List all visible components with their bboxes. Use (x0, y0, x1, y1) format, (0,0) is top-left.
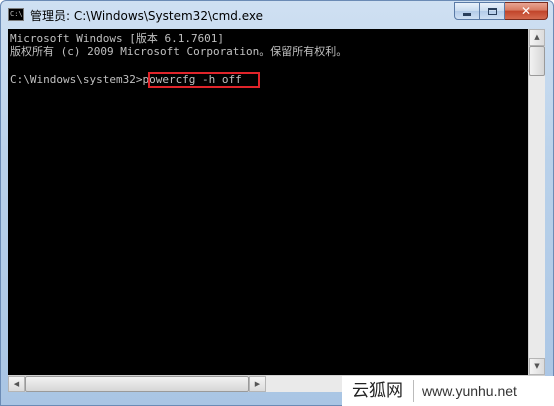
maximize-button[interactable] (480, 2, 505, 20)
vertical-scrollbar[interactable]: ▲ ▼ (528, 29, 545, 375)
close-icon: ✕ (520, 4, 532, 18)
vertical-scroll-thumb[interactable] (529, 46, 545, 76)
console-line-version: Microsoft Windows [版本 6.1.7601] (10, 32, 225, 45)
command-highlight-box (148, 72, 260, 88)
horizontal-scroll-thumb[interactable] (25, 376, 249, 392)
watermark-url: www.yunhu.net (422, 383, 517, 399)
cmd-app-icon[interactable]: C:\ (8, 8, 24, 21)
console-output[interactable]: Microsoft Windows [版本 6.1.7601] 版权所有 (c)… (8, 29, 528, 392)
console-line-copyright: 版权所有 (c) 2009 Microsoft Corporation。保留所有… (10, 45, 348, 58)
cmd-window: C:\ 管理员: C:\Windows\System32\cmd.exe ✕ M… (0, 0, 554, 406)
title-bar[interactable]: C:\ 管理员: C:\Windows\System32\cmd.exe ✕ (1, 1, 553, 29)
watermark-site-name: 云狐网 (342, 380, 414, 402)
minimize-icon (463, 12, 471, 16)
scroll-left-arrow-icon[interactable]: ◀ (8, 376, 25, 392)
scroll-right-arrow-icon[interactable]: ▶ (249, 376, 266, 392)
caption-buttons: ✕ (454, 2, 548, 21)
site-watermark: 云狐网 www.yunhu.net (342, 376, 554, 406)
maximize-icon (487, 7, 497, 15)
close-button[interactable]: ✕ (505, 2, 548, 20)
scroll-up-arrow-icon[interactable]: ▲ (529, 29, 545, 46)
minimize-button[interactable] (454, 2, 480, 20)
window-title: 管理员: C:\Windows\System32\cmd.exe (30, 9, 263, 23)
scroll-down-arrow-icon[interactable]: ▼ (529, 358, 545, 375)
